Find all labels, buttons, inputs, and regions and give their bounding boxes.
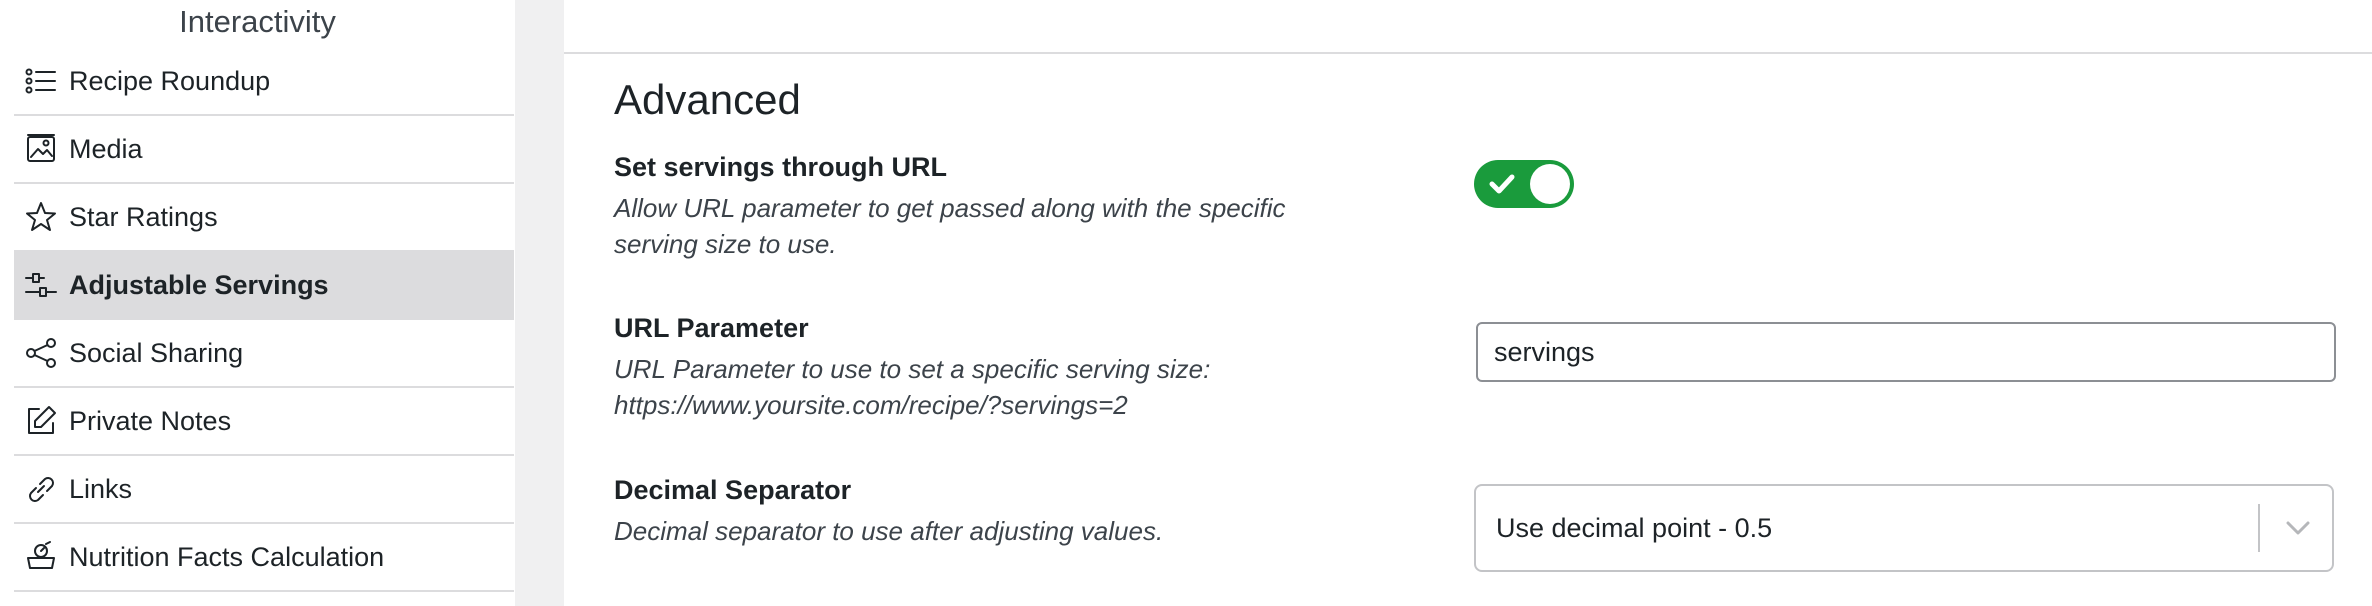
sidebar-item-label: Recipe Roundup [69,65,271,96]
link-icon [24,472,58,506]
setting-label-decimal-separator: Decimal Separator [614,475,852,505]
sidebar-item-label: Nutrition Facts Calculation [69,541,385,572]
setting-label-url-parameter: URL Parameter [614,313,809,343]
sidebar-item-nutrition-facts-calculation[interactable]: Nutrition Facts Calculation [14,524,514,592]
setting-description-url-parameter: URL Parameter to use to set a specific s… [614,351,1374,423]
image-icon [24,132,58,166]
sidebar-heading: Interactivity [179,4,336,39]
list-icon [24,64,58,98]
sliders-icon [24,268,58,302]
select-value: Use decimal point - 0.5 [1496,513,1773,543]
decimal-separator-select[interactable]: Use decimal point - 0.5 [1474,484,2334,572]
edit-icon [24,404,58,438]
sidebar-item-social-sharing[interactable]: Social Sharing [14,320,514,388]
chevron-down-icon[interactable] [2278,510,2318,546]
star-icon [24,200,58,234]
servings-url-toggle[interactable] [1474,160,1574,208]
sidebar-item-media[interactable]: Media [14,116,514,184]
sidebar-item-private-notes[interactable]: Private Notes [14,388,514,456]
settings-sidebar: Interactivity Recipe Roundup Media Star … [0,0,515,606]
sidebar-item-label: Social Sharing [69,337,244,368]
settings-panel: Advanced Set servings through URL Allow … [564,0,2372,606]
setting-description-decimal-separator: Decimal separator to use after adjusting… [614,513,1374,549]
description-line: serving size to use. [614,229,837,259]
description-line: Decimal separator to use after adjusting… [614,516,1164,546]
sidebar-item-label: Links [69,473,133,504]
setting-description-servings-url: Allow URL parameter to get passed along … [614,190,1374,262]
description-line: Allow URL parameter to get passed along … [614,193,1286,223]
sidebar-item-label: Star Ratings [69,201,218,232]
setting-label-servings-url: Set servings through URL [614,152,948,182]
scale-icon [24,540,58,574]
select-separator [2258,504,2260,552]
toggle-knob [1530,164,1570,204]
sidebar-item-label: Adjustable Servings [69,269,329,300]
sidebar-item-links[interactable]: Links [14,456,514,524]
check-icon [1488,172,1516,196]
divider [564,52,2372,54]
section-title: Advanced [614,76,801,123]
description-line: https://www.yoursite.com/recipe/?serving… [614,390,1128,420]
url-parameter-input[interactable] [1476,322,2336,382]
sidebar-item-label: Private Notes [69,405,232,436]
sidebar-item-label: Media [69,133,143,164]
sidebar-item-recipe-roundup[interactable]: Recipe Roundup [14,48,514,116]
sidebar-item-star-ratings[interactable]: Star Ratings [14,184,514,252]
description-line: URL Parameter to use to set a specific s… [614,354,1211,384]
sidebar-item-adjustable-servings[interactable]: Adjustable Servings [14,252,514,320]
share-icon [24,336,58,370]
